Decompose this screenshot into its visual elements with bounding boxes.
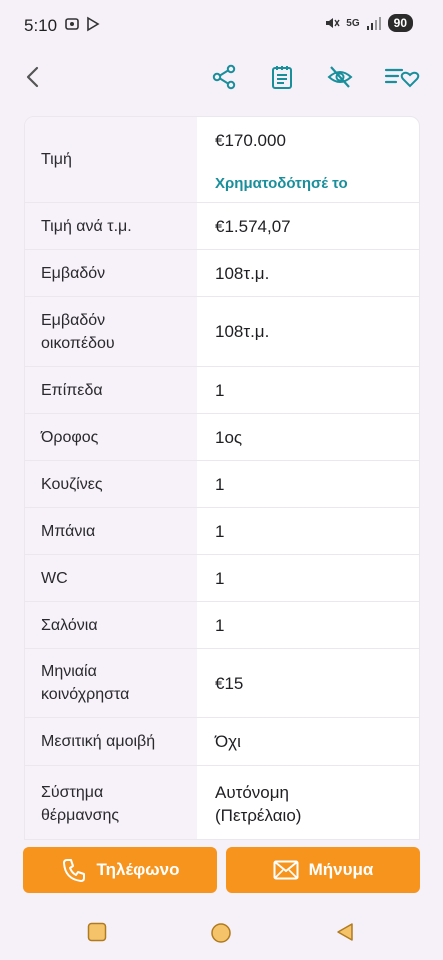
details-card: Τιμή €170.000 Χρηματοδότησέ το Τιμή ανά … [24, 116, 420, 840]
share-button[interactable] [209, 62, 239, 92]
phone-icon [62, 859, 85, 882]
notes-button[interactable] [267, 62, 297, 92]
detail-label: Σύστημα θέρμανσης [25, 766, 197, 839]
back-nav-button[interactable] [335, 922, 355, 947]
recents-icon [87, 922, 107, 942]
signal-icon [366, 17, 381, 30]
detail-label: Όροφος [25, 414, 197, 460]
back-triangle-icon [337, 923, 353, 941]
price-value: €170.000 [215, 131, 286, 150]
screenshot-icon [65, 18, 79, 30]
detail-value: 1 [215, 380, 225, 400]
phone-button[interactable]: Τηλέφωνο [23, 847, 217, 893]
detail-row: Όροφος 1ος [25, 414, 419, 461]
system-nav-bar [0, 910, 443, 960]
detail-row: Τιμή ανά τ.μ. €1.574,07 [25, 203, 419, 250]
hide-icon [327, 66, 353, 88]
status-bar: 5:10 5G 90 [0, 0, 443, 52]
phone-label: Τηλέφωνο [96, 860, 180, 879]
detail-label: WC [25, 555, 197, 601]
detail-label: Επίπεδα [25, 367, 197, 413]
notes-icon [272, 66, 292, 89]
detail-label: Μεσιτική αμοιβή [25, 718, 197, 765]
detail-value: 1 [215, 568, 225, 588]
mute-icon [326, 18, 340, 28]
price-label: Τιμή [25, 117, 197, 202]
hide-button[interactable] [325, 62, 355, 92]
detail-value: Αυτόνομη (Πετρέλαιο) [215, 782, 302, 825]
detail-value: €15 [215, 673, 244, 693]
detail-value: 108τ.μ. [215, 322, 270, 341]
favorite-list-button[interactable] [384, 62, 420, 92]
detail-label: Τιμή ανά τ.μ. [25, 203, 197, 249]
favorite-list-icon [384, 68, 420, 88]
detail-label: Μηνιαία κοινόχρηστα [25, 649, 197, 717]
detail-row: Εμβαδόν 108τ.μ. [25, 250, 419, 297]
status-right: 5G 90 [324, 14, 413, 32]
detail-value: €1.574,07 [215, 216, 291, 236]
message-button[interactable]: Μήνυμα [226, 847, 420, 893]
message-label: Μήνυμα [308, 860, 374, 879]
detail-label: Σαλόνια [25, 602, 197, 648]
price-row: Τιμή €170.000 Χρηματοδότησέ το [25, 117, 419, 203]
status-time: 5:10 [24, 16, 58, 35]
network-label: 5G [346, 17, 360, 29]
detail-row: Σύστημα θέρμανσης Αυτόνομη (Πετρέλαιο) [25, 766, 419, 839]
detail-row: Μεσιτική αμοιβή Όχι [25, 718, 419, 766]
detail-value: 1ος [215, 427, 243, 447]
mail-icon [273, 860, 299, 880]
financing-link[interactable]: Χρηματοδότησέ το [215, 175, 348, 192]
app-bar [0, 52, 443, 104]
home-icon [211, 923, 231, 943]
share-icon [212, 64, 236, 90]
detail-row: Κουζίνες 1 [25, 461, 419, 508]
back-icon [26, 66, 39, 88]
detail-row: Μπάνια 1 [25, 508, 419, 555]
back-button[interactable] [22, 64, 44, 90]
detail-label: Κουζίνες [25, 461, 197, 507]
detail-label: Μπάνια [25, 508, 197, 554]
detail-value: 108τ.μ. [215, 263, 270, 283]
home-button[interactable] [210, 922, 232, 949]
detail-row: WC 1 [25, 555, 419, 602]
detail-value: 1 [215, 615, 225, 635]
detail-row: Εμβαδόν οικοπέδου 108τ.μ. [25, 297, 419, 367]
battery-indicator: 90 [387, 14, 413, 32]
detail-row: Μηνιαία κοινόχρηστα €15 [25, 649, 419, 718]
detail-value: 1 [215, 521, 225, 541]
play-icon [87, 16, 100, 32]
recents-button[interactable] [87, 922, 107, 947]
detail-value: Όχι [215, 732, 241, 751]
status-left-icons [64, 16, 100, 32]
detail-label: Εμβαδόν [25, 250, 197, 296]
detail-label: Εμβαδόν οικοπέδου [25, 297, 197, 366]
action-bar: Τηλέφωνο Μήνυμα [0, 844, 443, 896]
detail-row: Σαλόνια 1 [25, 602, 419, 649]
detail-row: Επίπεδα 1 [25, 367, 419, 414]
detail-value: 1 [215, 474, 225, 494]
